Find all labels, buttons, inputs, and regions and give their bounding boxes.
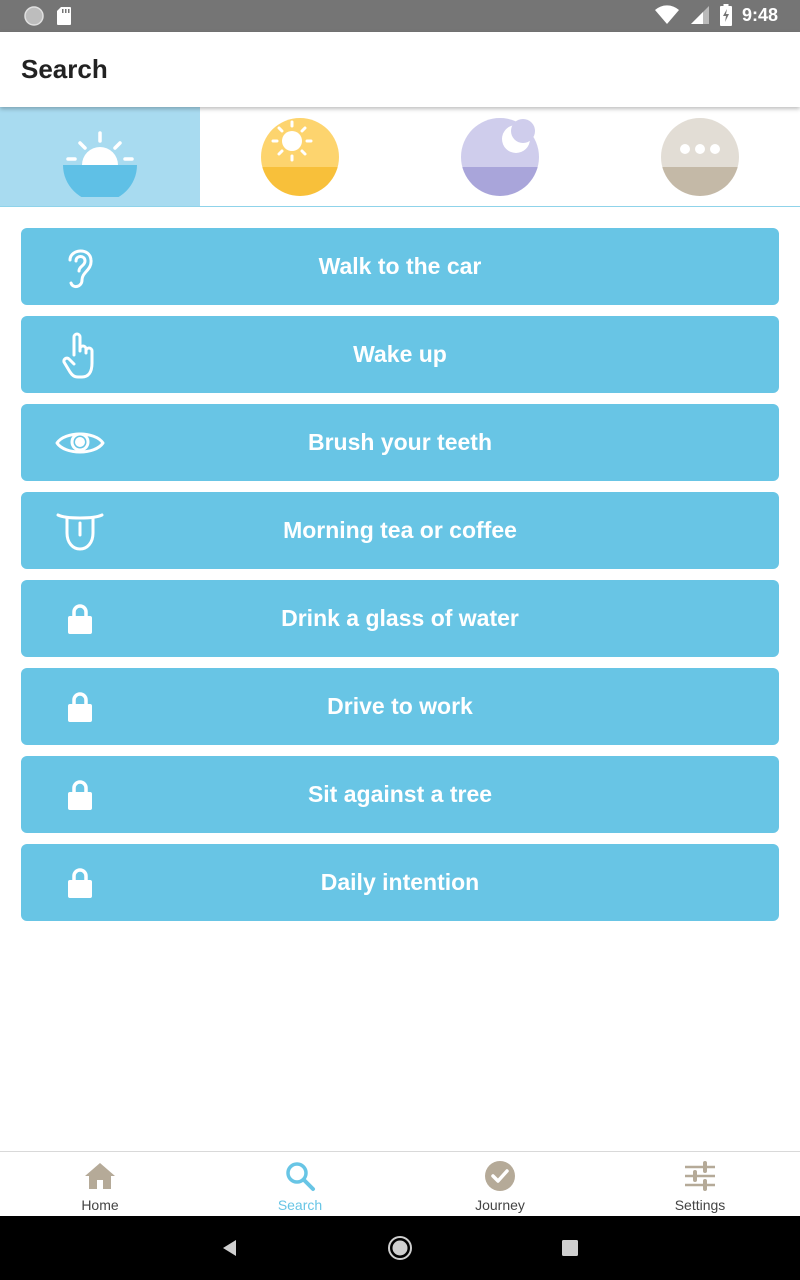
search-icon: [286, 1162, 315, 1191]
nav-label: Search: [277, 1197, 323, 1213]
circle-notification-icon: [24, 6, 44, 26]
home-button-icon[interactable]: [388, 1236, 412, 1260]
tab-night[interactable]: [400, 107, 600, 206]
sd-card-icon: [57, 7, 71, 25]
sun-icon: [261, 117, 339, 196]
activity-list: Walk to the car Wake up Brush your teeth: [21, 228, 779, 932]
status-time: 9:48: [741, 4, 778, 25]
list-item[interactable]: Daily intention: [21, 844, 779, 921]
tab-other[interactable]: [600, 107, 800, 206]
list-item[interactable]: Drive to work: [21, 668, 779, 745]
nav-label: Journey: [475, 1197, 525, 1213]
recents-icon[interactable]: [558, 1236, 582, 1260]
nav-label: Home: [81, 1197, 119, 1213]
status-left: [24, 6, 72, 26]
status-bar: 9:48: [0, 0, 800, 32]
list-item[interactable]: Wake up: [21, 316, 779, 393]
back-icon[interactable]: [218, 1236, 242, 1260]
list-item-label: Morning tea or coffee: [283, 517, 517, 543]
list-item[interactable]: Sit against a tree: [21, 756, 779, 833]
category-tabs: [0, 107, 800, 207]
system-nav-bar: [0, 1216, 800, 1280]
moon-icon: [461, 117, 539, 196]
tab-morning[interactable]: [0, 107, 200, 206]
status-right: 9:48: [654, 4, 778, 26]
sunrise-icon: [63, 130, 137, 197]
nav-settings[interactable]: Settings: [600, 1152, 800, 1216]
tab-day[interactable]: [200, 107, 400, 206]
nav-search[interactable]: Search: [200, 1152, 400, 1216]
list-item-label: Brush your teeth: [307, 429, 493, 455]
bottom-nav: Home Search Journey Settings: [0, 1151, 800, 1216]
list-item[interactable]: Walk to the car: [21, 228, 779, 305]
list-item-label: Drink a glass of water: [281, 605, 519, 631]
signal-icon: [690, 6, 709, 24]
battery-charging-icon: [719, 4, 732, 26]
wifi-icon: [654, 5, 679, 25]
nav-label: Settings: [674, 1197, 726, 1213]
list-item[interactable]: Morning tea or coffee: [21, 492, 779, 569]
nav-home[interactable]: Home: [0, 1152, 200, 1216]
sliders-icon: [685, 1161, 715, 1191]
home-icon: [85, 1163, 115, 1189]
app-bar: Search: [0, 32, 800, 107]
list-item-label: Drive to work: [327, 693, 473, 719]
page-title: Search: [21, 54, 108, 84]
list-item-label: Walk to the car: [318, 253, 482, 279]
more-icon: [661, 117, 739, 196]
list-item-label: Sit against a tree: [307, 781, 493, 807]
list-item[interactable]: Drink a glass of water: [21, 580, 779, 657]
check-circle-icon: [485, 1161, 515, 1191]
list-item[interactable]: Brush your teeth: [21, 404, 779, 481]
list-item-label: Wake up: [353, 341, 447, 367]
list-item-label: Daily intention: [320, 869, 480, 895]
nav-journey[interactable]: Journey: [400, 1152, 600, 1216]
